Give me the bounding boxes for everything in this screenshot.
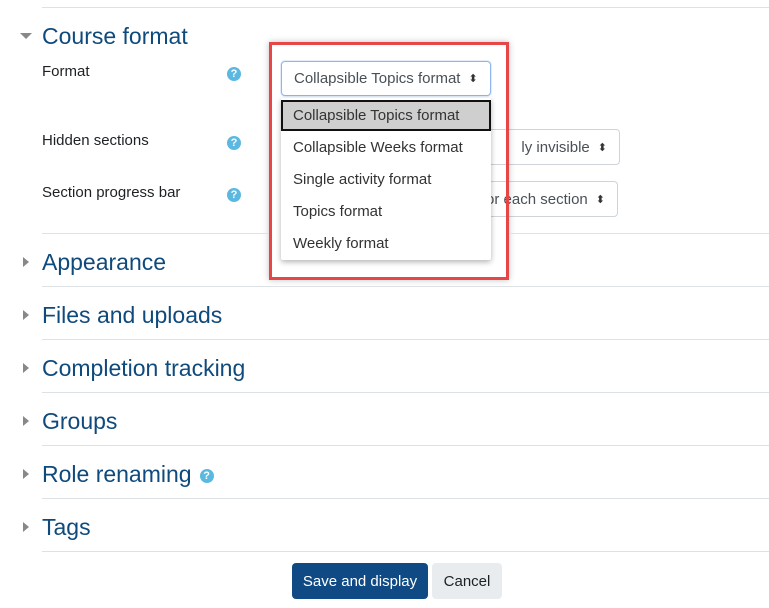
save-and-display-button[interactable]: Save and display <box>292 563 428 599</box>
format-select[interactable]: Collapsible Topics format ⬍ <box>281 61 491 96</box>
caret-right-icon <box>23 363 29 373</box>
caret-right-icon <box>23 469 29 479</box>
section-title: Tags <box>42 513 91 540</box>
caret-down-icon <box>20 33 32 39</box>
caret-right-icon <box>23 522 29 532</box>
caret-right-icon <box>23 310 29 320</box>
section-title: Appearance <box>42 248 167 275</box>
divider <box>509 233 769 234</box>
divider <box>42 445 769 446</box>
option-weekly[interactable]: Weekly format <box>281 227 491 259</box>
section-appearance[interactable]: Appearance <box>20 247 166 277</box>
help-icon[interactable]: ? <box>199 469 214 483</box>
section-role-renaming[interactable]: Role renaming? <box>20 459 214 489</box>
format-select-value: Collapsible Topics format <box>294 70 461 87</box>
sort-arrows-icon: ⬍ <box>468 73 478 85</box>
option-collapsible-topics[interactable]: Collapsible Topics format <box>281 100 491 131</box>
divider <box>42 551 769 552</box>
divider <box>42 498 769 499</box>
format-dropdown-list: Collapsible Topics format Collapsible We… <box>281 98 491 260</box>
sort-arrows-icon: ⬍ <box>595 193 605 206</box>
option-topics[interactable]: Topics format <box>281 195 491 227</box>
divider <box>42 7 769 8</box>
help-icon[interactable]: ? <box>227 188 241 202</box>
hidden-sections-value: ly invisible <box>521 138 590 156</box>
section-course-format[interactable]: Course format <box>20 21 188 51</box>
section-title: Role renaming <box>42 460 192 487</box>
caret-right-icon <box>23 257 29 267</box>
cancel-button[interactable]: Cancel <box>432 563 502 599</box>
format-label: Format <box>42 63 90 80</box>
divider <box>42 392 769 393</box>
section-files-and-uploads[interactable]: Files and uploads <box>20 300 222 330</box>
hidden-sections-label: Hidden sections <box>42 132 149 149</box>
help-icon[interactable]: ? <box>227 67 241 81</box>
section-groups[interactable]: Groups <box>20 406 117 436</box>
divider <box>42 339 769 340</box>
option-single-activity[interactable]: Single activity format <box>281 163 491 195</box>
caret-right-icon <box>23 416 29 426</box>
section-progress-bar-label: Section progress bar <box>42 184 181 201</box>
divider <box>42 286 769 287</box>
section-title: Course format <box>42 22 188 49</box>
section-title: Files and uploads <box>42 301 223 328</box>
section-completion-tracking[interactable]: Completion tracking <box>20 353 245 383</box>
section-title: Groups <box>42 407 118 434</box>
sort-arrows-icon: ⬍ <box>597 141 607 154</box>
section-title: Completion tracking <box>42 354 246 381</box>
option-collapsible-weeks[interactable]: Collapsible Weeks format <box>281 131 491 163</box>
divider <box>42 233 269 234</box>
help-icon[interactable]: ? <box>227 136 241 150</box>
section-tags[interactable]: Tags <box>20 512 91 542</box>
